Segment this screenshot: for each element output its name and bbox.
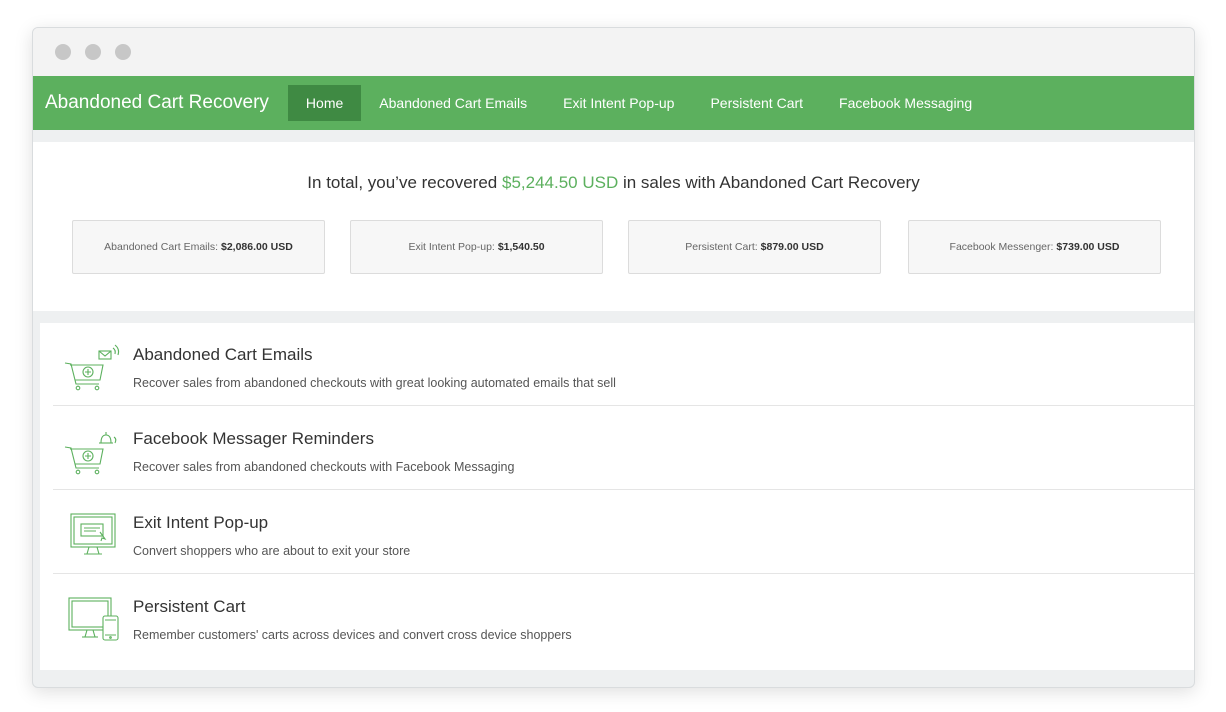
summary-title: In total, you’ve recovered $5,244.50 USD… (33, 173, 1194, 193)
cart-bell-icon (64, 432, 117, 475)
stat-persistent-cart: Persistent Cart: $879.00 USD (628, 220, 881, 274)
browser-window: Abandoned Cart Recovery Home Abandoned C… (32, 27, 1195, 688)
summary-prefix: In total, you’ve recovered (307, 173, 498, 192)
devices-icon (68, 597, 119, 641)
stat-facebook-messenger: Facebook Messenger: $739.00 USD (908, 220, 1161, 274)
monitor-popup-icon (70, 513, 116, 555)
feature-persistent-cart[interactable]: Persistent Cart Remember customers' cart… (53, 575, 1194, 658)
app-brand[interactable]: Abandoned Cart Recovery (33, 92, 288, 114)
nav-home[interactable]: Home (287, 85, 362, 121)
nav-abandoned-cart-emails[interactable]: Abandoned Cart Emails (361, 85, 545, 121)
stat-label: Persistent Cart: (685, 241, 758, 253)
feature-description: Recover sales from abandoned checkouts w… (133, 376, 616, 390)
feature-description: Recover sales from abandoned checkouts w… (133, 460, 515, 474)
feature-title: Facebook Messager Reminders (133, 429, 374, 448)
cart-email-icon (64, 344, 120, 391)
feature-abandoned-cart-emails[interactable]: Abandoned Cart Emails Recover sales from… (53, 323, 1194, 406)
stat-value: $739.00 USD (1056, 241, 1120, 253)
feature-title: Abandoned Cart Emails (133, 345, 313, 364)
window-maximize-dot[interactable] (115, 44, 131, 60)
feature-title: Persistent Cart (133, 597, 246, 616)
nav-persistent-cart[interactable]: Persistent Cart (692, 85, 821, 121)
total-recovered-amount: $5,244.50 USD (501, 173, 619, 192)
feature-list: Abandoned Cart Emails Recover sales from… (40, 323, 1194, 670)
window-minimize-dot[interactable] (85, 44, 101, 60)
stat-label: Exit Intent Pop-up: (408, 241, 495, 253)
feature-title: Exit Intent Pop-up (133, 513, 269, 532)
navbar: Abandoned Cart Recovery Home Abandoned C… (33, 76, 1194, 130)
summary-suffix: in sales with Abandoned Cart Recovery (622, 173, 920, 192)
stat-abandoned-cart-emails: Abandoned Cart Emails: $2,086.00 USD (72, 220, 325, 274)
feature-description: Remember customers' carts across devices… (133, 628, 572, 642)
window-titlebar (33, 28, 1194, 76)
feature-facebook-messager-reminders[interactable]: Facebook Messager Reminders Recover sale… (53, 407, 1194, 490)
recovery-summary: In total, you’ve recovered $5,244.50 USD… (33, 142, 1194, 311)
stat-exit-intent-popup: Exit Intent Pop-up: $1,540.50 (350, 220, 603, 274)
stat-value: $2,086.00 USD (221, 241, 293, 253)
stat-value: $1,540.50 (497, 241, 545, 253)
stat-label: Facebook Messenger: (949, 241, 1054, 253)
nav-exit-intent-popup[interactable]: Exit Intent Pop-up (545, 85, 692, 121)
window-close-dot[interactable] (55, 44, 71, 60)
nav-facebook-messaging[interactable]: Facebook Messaging (821, 85, 990, 121)
stat-label: Abandoned Cart Emails: (104, 241, 218, 253)
feature-description: Convert shoppers who are about to exit y… (133, 544, 411, 558)
feature-exit-intent-popup[interactable]: Exit Intent Pop-up Convert shoppers who … (53, 491, 1194, 574)
stat-value: $879.00 USD (760, 241, 824, 253)
